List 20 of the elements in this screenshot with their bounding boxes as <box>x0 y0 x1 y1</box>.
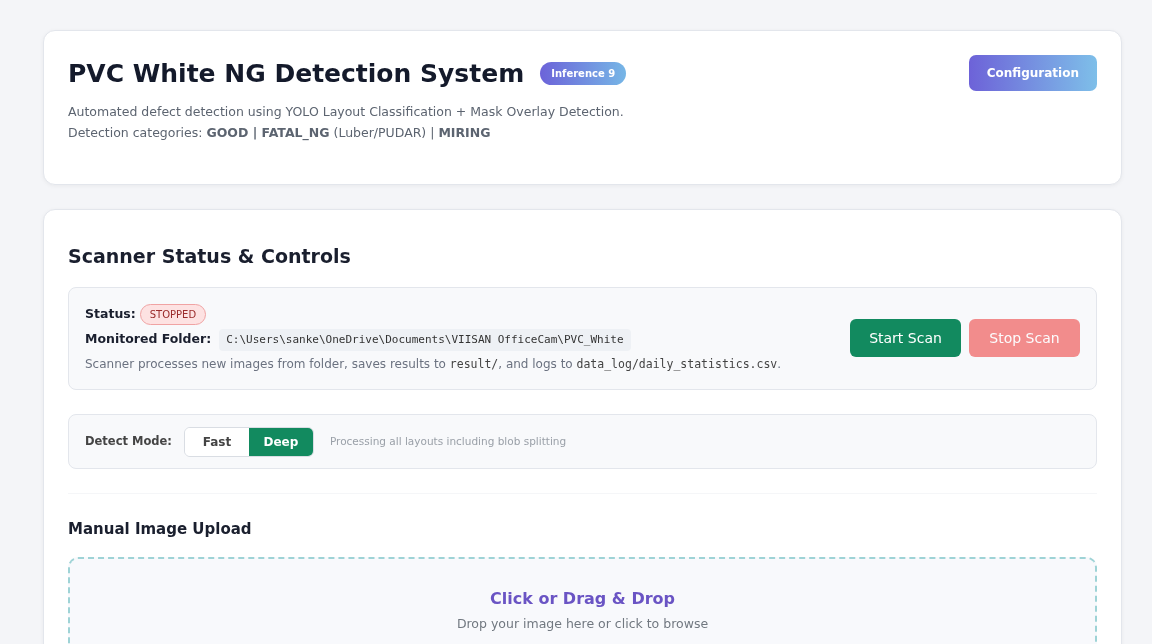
drop-hint: Drop your image here or click to browse <box>456 614 709 633</box>
configuration-button[interactable]: Configuration <box>968 55 1097 91</box>
status-badge: STOPPED <box>139 303 207 325</box>
drop-title: Click or Drag & Drop <box>490 587 675 610</box>
scanner-note: Scanner processes new images from folder, saves results to result/, and logs to data_log/daily_statistics.csv. <box>85 356 782 373</box>
description-text: Detection categories: GOOD | FATAL_NG (Luber/PUDAR) | MIRING <box>68 123 492 143</box>
drop-zone[interactable]: Click or Drag & Drop Drop your image here or click to browse <box>68 556 1097 644</box>
status-label: Status: <box>85 304 136 323</box>
folder-label: Monitored Folder: <box>85 330 212 349</box>
description-text: Automated defect detection using YOLO Layout Classification + Mask Overlay Detection. <box>68 102 625 121</box>
mode-option[interactable]: Fast <box>184 427 249 456</box>
detect-mode-label: Detect Mode: <box>85 433 172 451</box>
start-scan-button[interactable]: Start Scan <box>850 319 961 358</box>
upload-title: Manual Image Upload <box>68 519 253 541</box>
page-title: PVC White NG Detection System <box>68 58 525 90</box>
folder-path: C:\Users\sanke\OneDrive\Documents\VIISAN OfficeCam\PVC_White <box>219 328 631 351</box>
mode-option[interactable]: Deep <box>248 427 313 456</box>
mode-hint: Processing all layouts including blob splitting <box>329 433 567 449</box>
section-title: Scanner Status & Controls <box>68 244 352 269</box>
version-badge: Inference 9 <box>540 62 627 86</box>
